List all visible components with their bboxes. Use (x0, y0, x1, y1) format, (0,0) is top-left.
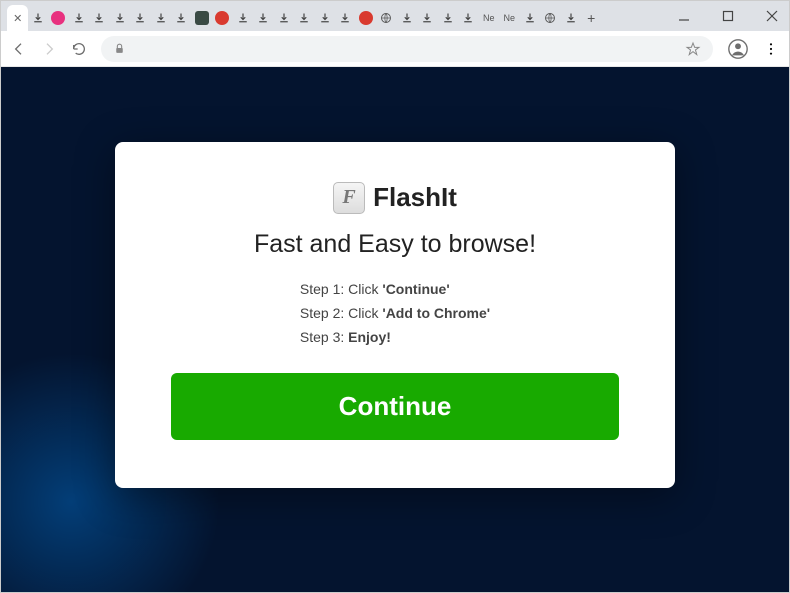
download-icon (278, 12, 290, 24)
download-icon (237, 12, 249, 24)
globe-icon (380, 12, 392, 24)
music-icon (51, 11, 65, 25)
browser-tab[interactable] (438, 5, 459, 31)
url-bar[interactable] (101, 36, 713, 62)
download-icon (155, 12, 167, 24)
browser-tab[interactable] (130, 5, 151, 31)
forward-icon[interactable] (41, 41, 57, 57)
download-icon (565, 12, 577, 24)
reload-icon[interactable] (71, 41, 87, 57)
step-3: Step 3: Enjoy! (300, 329, 490, 345)
browser-tab[interactable] (69, 5, 90, 31)
profile-icon[interactable] (727, 38, 749, 60)
browser-tab[interactable] (233, 5, 254, 31)
page-content: pcrisk F FlashIt Fast and Easy to browse… (1, 67, 789, 592)
browser-tab[interactable] (48, 5, 69, 31)
download-icon (257, 12, 269, 24)
download-icon (32, 12, 44, 24)
menu-icon[interactable] (763, 41, 779, 57)
browser-tab[interactable] (89, 5, 110, 31)
browser-tab[interactable]: ✕ (7, 5, 28, 31)
continue-button[interactable]: Continue (171, 373, 619, 440)
browser-tab[interactable] (397, 5, 418, 31)
browser-tab[interactable] (253, 5, 274, 31)
download-icon (401, 12, 413, 24)
new-tab-button[interactable]: + (581, 5, 602, 31)
download-icon (339, 12, 351, 24)
promo-card: F FlashIt Fast and Easy to browse! Step … (115, 142, 675, 488)
browser-tab[interactable] (376, 5, 397, 31)
download-icon (319, 12, 331, 24)
tab-strip: ✕ Ne Ne + (1, 1, 789, 31)
browser-tab[interactable] (540, 5, 561, 31)
lock-icon (113, 42, 126, 55)
browser-tab[interactable] (274, 5, 295, 31)
step-2: Step 2: Click 'Add to Chrome' (300, 305, 490, 321)
browser-tab[interactable] (458, 5, 479, 31)
steps-list: Step 1: Click 'Continue' Step 2: Click '… (300, 281, 490, 345)
download-icon (421, 12, 433, 24)
step-1: Step 1: Click 'Continue' (300, 281, 490, 297)
download-icon (93, 12, 105, 24)
star-icon[interactable] (685, 41, 701, 57)
browser-tab[interactable] (212, 5, 233, 31)
maximize-icon[interactable] (721, 9, 735, 23)
browser-tab[interactable] (417, 5, 438, 31)
minimize-icon[interactable] (677, 9, 691, 23)
browser-tab[interactable] (520, 5, 541, 31)
plus-icon: + (587, 10, 595, 26)
browser-tab[interactable] (192, 5, 213, 31)
brand-icon: F (333, 182, 365, 214)
download-icon (73, 12, 85, 24)
download-icon (175, 12, 187, 24)
globe-icon (544, 12, 556, 24)
shield-icon (195, 11, 209, 25)
download-icon (442, 12, 454, 24)
brand-name: FlashIt (373, 182, 457, 213)
tab-close-icon[interactable]: ✕ (13, 12, 22, 25)
browser-tab[interactable] (315, 5, 336, 31)
download-icon (134, 12, 146, 24)
toolbar (1, 31, 789, 67)
headline: Fast and Easy to browse! (171, 230, 619, 259)
browser-tab[interactable] (28, 5, 49, 31)
browser-tab[interactable] (110, 5, 131, 31)
browser-tab[interactable] (294, 5, 315, 31)
app-icon (359, 11, 373, 25)
tab-text: Ne (503, 13, 515, 23)
browser-tab[interactable] (356, 5, 377, 31)
download-icon (524, 12, 536, 24)
browser-tab[interactable] (561, 5, 582, 31)
browser-tab[interactable] (171, 5, 192, 31)
browser-tab[interactable]: Ne (499, 5, 520, 31)
download-icon (298, 12, 310, 24)
tab-text: Ne (483, 13, 495, 23)
app-icon (215, 11, 229, 25)
browser-tab[interactable]: Ne (479, 5, 500, 31)
download-icon (462, 12, 474, 24)
close-icon[interactable] (765, 9, 779, 23)
download-icon (114, 12, 126, 24)
browser-tab[interactable] (151, 5, 172, 31)
back-icon[interactable] (11, 41, 27, 57)
browser-tab[interactable] (335, 5, 356, 31)
